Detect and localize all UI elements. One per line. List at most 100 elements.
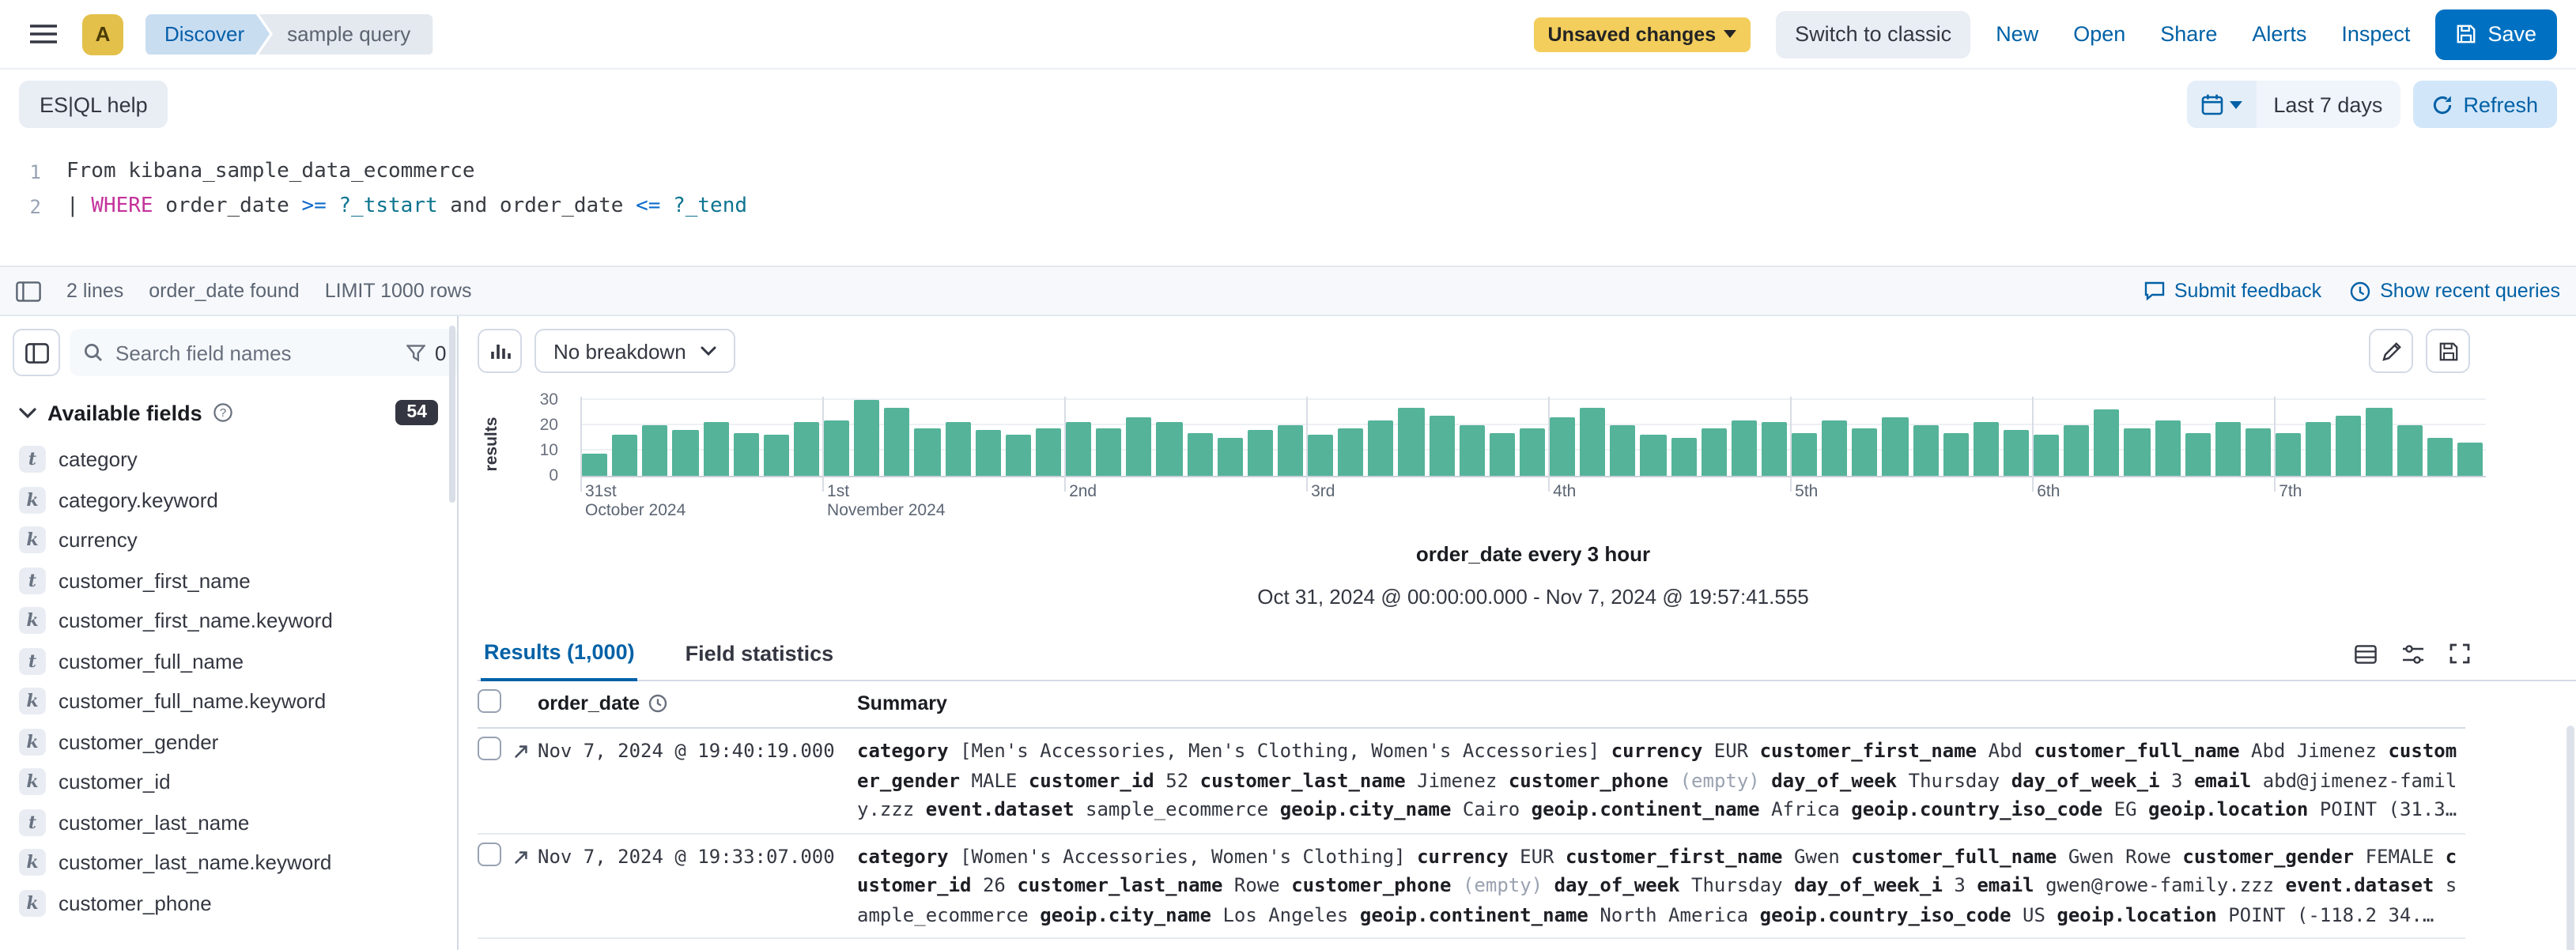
- histogram-bar[interactable]: [794, 423, 819, 476]
- tab-results-[interactable]: Results (1,000): [481, 628, 638, 681]
- histogram-bar[interactable]: [1490, 433, 1515, 476]
- top-link-open[interactable]: Open: [2073, 22, 2125, 46]
- space-avatar[interactable]: A: [82, 13, 123, 55]
- unsaved-changes-badge[interactable]: Unsaved changes: [1534, 17, 1751, 51]
- top-link-inspect[interactable]: Inspect: [2341, 22, 2410, 46]
- chart-options-button[interactable]: [478, 329, 522, 373]
- editor-code-line[interactable]: | WHERE order_date >= ?_tstart and order…: [41, 190, 747, 224]
- histogram-bar[interactable]: [2306, 423, 2331, 476]
- histogram-bar[interactable]: [2125, 428, 2150, 476]
- histogram-bar[interactable]: [1187, 433, 1212, 476]
- collapse-sidebar-button[interactable]: [13, 329, 60, 376]
- histogram-bar[interactable]: [1248, 430, 1273, 476]
- histogram-bar[interactable]: [2276, 433, 2301, 476]
- field-item-customer_first_name.keyword[interactable]: kcustomer_first_name.keyword: [13, 601, 444, 641]
- histogram-bar[interactable]: [1641, 435, 1666, 476]
- histogram-bar[interactable]: [1429, 415, 1454, 476]
- histogram-bar[interactable]: [764, 435, 789, 476]
- histogram-bar[interactable]: [1732, 420, 1757, 476]
- histogram-bar[interactable]: [2366, 408, 2392, 476]
- expand-row-button[interactable]: [512, 743, 530, 760]
- top-link-alerts[interactable]: Alerts: [2252, 22, 2306, 46]
- tab-field-statistics[interactable]: Field statistics: [682, 629, 837, 680]
- histogram-bar[interactable]: [1066, 423, 1091, 476]
- histogram-bar[interactable]: [1883, 417, 1908, 476]
- histogram-bar[interactable]: [2004, 430, 2029, 476]
- histogram-bar[interactable]: [824, 420, 849, 476]
- histogram-bar[interactable]: [1308, 435, 1333, 476]
- field-item-customer_full_name[interactable]: tcustomer_full_name: [13, 641, 444, 681]
- histogram-bar[interactable]: [703, 423, 728, 476]
- menu-toggle-button[interactable]: [19, 10, 66, 58]
- histogram-bar[interactable]: [1338, 428, 1363, 476]
- field-item-customer_last_name[interactable]: tcustomer_last_name: [13, 802, 444, 843]
- save-button[interactable]: Save: [2435, 9, 2557, 59]
- field-item-customer_full_name.keyword[interactable]: kcustomer_full_name.keyword: [13, 681, 444, 722]
- histogram-bar[interactable]: [1943, 433, 1968, 476]
- histogram-bar[interactable]: [1459, 425, 1484, 476]
- histogram-bar[interactable]: [2215, 423, 2241, 476]
- histogram-bar[interactable]: [1399, 408, 1424, 476]
- histogram-bar[interactable]: [733, 433, 758, 476]
- column-header-summary[interactable]: Summary: [857, 692, 947, 714]
- histogram-bar[interactable]: [673, 430, 698, 476]
- row-checkbox[interactable]: [478, 842, 501, 865]
- histogram-bar[interactable]: [2155, 420, 2180, 476]
- histogram-bar[interactable]: [1550, 417, 1575, 476]
- switch-to-classic-button[interactable]: Switch to classic: [1776, 10, 1970, 58]
- esql-help-button[interactable]: ES|QL help: [19, 81, 168, 128]
- filter-icon[interactable]: [406, 344, 425, 361]
- fullscreen-icon[interactable]: [2449, 643, 2470, 664]
- histogram-bar[interactable]: [1217, 438, 1242, 476]
- histogram-bar[interactable]: [612, 435, 637, 476]
- field-item-customer_gender[interactable]: kcustomer_gender: [13, 722, 444, 762]
- row-checkbox[interactable]: [478, 737, 501, 760]
- histogram-bar[interactable]: [1036, 428, 1061, 476]
- histogram-bar[interactable]: [2336, 415, 2362, 476]
- esql-editor[interactable]: 1From kibana_sample_data_ecommerce2| WHE…: [0, 139, 2576, 266]
- histogram-bar[interactable]: [1580, 408, 1605, 476]
- field-item-currency[interactable]: kcurrency: [13, 520, 444, 560]
- field-search-box[interactable]: 0: [70, 329, 459, 376]
- density-icon[interactable]: [2355, 644, 2377, 663]
- field-item-customer_first_name[interactable]: tcustomer_first_name: [13, 560, 444, 601]
- histogram-bar[interactable]: [1853, 428, 1878, 476]
- column-header-order-date[interactable]: order_date: [538, 692, 640, 714]
- date-range-button[interactable]: Last 7 days: [2256, 81, 2400, 128]
- histogram-bar[interactable]: [2457, 443, 2483, 476]
- sliders-icon[interactable]: [2402, 644, 2424, 663]
- editor-code-line[interactable]: From kibana_sample_data_ecommerce: [41, 155, 475, 190]
- histogram-bar[interactable]: [643, 425, 668, 476]
- histogram-bar[interactable]: [2094, 410, 2120, 476]
- select-all-checkbox[interactable]: [478, 689, 501, 713]
- top-link-share[interactable]: Share: [2160, 22, 2217, 46]
- histogram-bar[interactable]: [975, 430, 1000, 476]
- show-recent-queries-link[interactable]: Show recent queries: [2350, 280, 2560, 302]
- date-quick-select-button[interactable]: [2186, 81, 2256, 128]
- histogram-bar[interactable]: [1974, 423, 1999, 476]
- submit-feedback-link[interactable]: Submit feedback: [2144, 280, 2321, 302]
- field-item-customer_id[interactable]: kcustomer_id: [13, 762, 444, 802]
- histogram-bar[interactable]: [1762, 423, 1787, 476]
- histogram-bar[interactable]: [1278, 425, 1303, 476]
- histogram-bar[interactable]: [2185, 433, 2210, 476]
- save-visualization-button[interactable]: [2426, 329, 2470, 373]
- search-field-names-input[interactable]: [112, 339, 397, 366]
- field-item-category[interactable]: tcategory: [13, 439, 444, 480]
- histogram-bar[interactable]: [915, 428, 940, 476]
- sidebar-scrollbar[interactable]: [449, 326, 455, 503]
- histogram-bar[interactable]: [1671, 438, 1696, 476]
- refresh-button[interactable]: Refresh: [2412, 81, 2557, 128]
- histogram-bar[interactable]: [885, 408, 910, 476]
- breakdown-select[interactable]: No breakdown: [534, 329, 735, 373]
- histogram-bar[interactable]: [1369, 420, 1394, 476]
- breadcrumb-sample-query[interactable]: sample query: [259, 13, 432, 55]
- histogram-bar[interactable]: [582, 453, 607, 476]
- available-fields-header[interactable]: Available fields ? 54: [19, 400, 438, 425]
- histogram-bar[interactable]: [1006, 435, 1031, 476]
- histogram-bar[interactable]: [1913, 425, 1938, 476]
- histogram-bar[interactable]: [2397, 425, 2422, 476]
- histogram-bar[interactable]: [1611, 425, 1636, 476]
- help-icon[interactable]: ?: [213, 403, 232, 422]
- grid-scrollbar[interactable]: [2567, 726, 2574, 950]
